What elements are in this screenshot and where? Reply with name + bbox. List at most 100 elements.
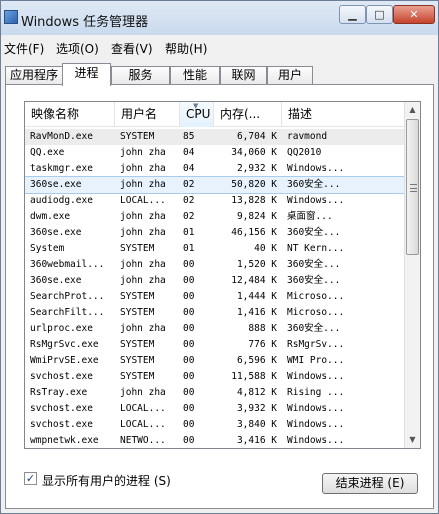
process-memory: 1,416 K [236, 307, 277, 318]
process-row[interactable]: WmiPrvSE.exe SYSTEM 00 6,596 K WMI Pro... [25, 353, 405, 369]
process-name: taskmgr.exe [30, 163, 93, 174]
scroll-down-icon[interactable]: ▼ [405, 432, 420, 448]
process-row[interactable]: RavMonD.exe SYSTEM 85 6,704 K ravmond [25, 129, 405, 145]
process-description: 360安全... [287, 323, 341, 334]
process-user: SYSTEM [120, 131, 155, 142]
process-cpu: 00 [183, 435, 195, 446]
process-cpu: 04 [183, 163, 195, 174]
process-name: svchost.exe [30, 403, 93, 414]
column-memory[interactable]: 内存(... [214, 102, 282, 127]
process-memory: 3,932 K [236, 403, 277, 414]
menu-file[interactable]: 文件(F) [4, 40, 44, 57]
process-row[interactable]: QQ.exe john zha 04 34,060 K QQ2010 [25, 145, 405, 161]
process-row[interactable]: wmpnetwk.exe NETWO... 00 3,416 K Windows... [25, 433, 405, 448]
process-memory: 6,704 K [236, 131, 277, 142]
process-list[interactable]: 映像名称 用户名 ▼ CPU 内存(... 描述 RavMonD.exe SYST… [24, 101, 421, 449]
maximize-button[interactable]: □ [366, 5, 393, 24]
tab-processes[interactable]: 进程 [62, 63, 111, 86]
process-name: audiodg.exe [30, 195, 93, 206]
process-name: RsMgrSvc.exe [30, 339, 99, 350]
column-image-name[interactable]: 映像名称 [25, 102, 115, 127]
process-name: 360webmail... [30, 259, 105, 270]
menu-help[interactable]: 帮助(H) [165, 40, 207, 57]
process-row[interactable]: svchost.exe SYSTEM 00 11,588 K Windows... [25, 369, 405, 385]
process-row[interactable]: taskmgr.exe john zha 04 2,932 K Windows... [25, 161, 405, 177]
process-name: QQ.exe [30, 147, 65, 158]
process-name: urlproc.exe [30, 323, 93, 334]
process-row[interactable]: 360se.exe john zha 01 46,156 K 360安全... [25, 225, 405, 241]
column-description[interactable]: 描述 [282, 102, 405, 127]
process-description: Windows... [287, 195, 345, 206]
process-row[interactable]: 360se.exe john zha 02 50,820 K 360安全... [25, 176, 406, 194]
tab-users[interactable]: 用户 [267, 66, 313, 85]
process-memory: 50,820 K [231, 179, 277, 190]
process-cpu: 00 [183, 323, 195, 334]
process-user: SYSTEM [120, 371, 155, 382]
process-name: RsTray.exe [30, 387, 88, 398]
process-name: 360se.exe [30, 275, 82, 286]
minimize-button[interactable]: ▁ [339, 5, 366, 24]
column-cpu[interactable]: ▼ CPU [180, 102, 214, 127]
column-user-name[interactable]: 用户名 [115, 102, 180, 127]
close-button[interactable]: ✕ [393, 5, 435, 24]
tab-networking[interactable]: 联网 [220, 66, 267, 85]
process-memory: 34,060 K [231, 147, 277, 158]
process-row[interactable]: svchost.exe LOCAL... 00 3,932 K Windows... [25, 401, 405, 417]
tab-services[interactable]: 服务 [111, 66, 170, 85]
process-user: john zha [120, 259, 166, 270]
process-user: SYSTEM [120, 291, 155, 302]
process-description: Rising ... [287, 387, 345, 398]
process-description: Microso... [287, 291, 345, 302]
process-memory: 6,596 K [236, 355, 277, 366]
show-all-users-checkbox[interactable]: ✓ [24, 472, 37, 485]
process-row[interactable]: RsTray.exe john zha 00 4,812 K Rising ... [25, 385, 405, 401]
process-name: svchost.exe [30, 419, 93, 430]
minimize-icon: ▁ [348, 8, 357, 21]
process-row[interactable]: dwm.exe john zha 02 9,824 K 桌面窗... [25, 209, 405, 225]
process-user: SYSTEM [120, 243, 155, 254]
title-bar[interactable]: Windows 任务管理器 ▁ □ ✕ [1, 1, 438, 35]
process-memory: 13,828 K [231, 195, 277, 206]
process-description: Windows... [287, 163, 345, 174]
process-row[interactable]: SearchFilt... SYSTEM 00 1,416 K Microso... [25, 305, 405, 321]
process-cpu: 01 [183, 227, 195, 238]
process-row[interactable]: SearchProt... SYSTEM 00 1,444 K Microso... [25, 289, 405, 305]
process-user: SYSTEM [120, 339, 155, 350]
process-user: SYSTEM [120, 307, 155, 318]
process-cpu: 00 [183, 259, 195, 270]
process-memory: 1,444 K [236, 291, 277, 302]
tab-strip: 应用程序 进程 服务 性能 联网 用户 [1, 63, 438, 86]
vertical-scrollbar[interactable]: ▲ ▼ [404, 102, 420, 448]
end-process-button[interactable]: 结束进程 (E) [322, 473, 418, 494]
process-cpu: 00 [183, 419, 195, 430]
process-row[interactable]: RsMgrSvc.exe SYSTEM 00 776 K RsMgrSv... [25, 337, 405, 353]
process-cpu: 02 [183, 211, 195, 222]
process-row[interactable]: audiodg.exe LOCAL... 02 13,828 K Windows... [25, 193, 405, 209]
menu-view[interactable]: 查看(V) [111, 40, 153, 57]
process-description: 360安全... [287, 275, 341, 286]
process-user: john zha [120, 211, 166, 222]
close-icon: ✕ [409, 8, 419, 21]
process-description: RsMgrSv... [287, 339, 345, 350]
scroll-up-icon[interactable]: ▲ [405, 102, 420, 118]
process-user: LOCAL... [120, 403, 166, 414]
process-user: john zha [120, 275, 166, 286]
menu-options[interactable]: 选项(O) [56, 40, 99, 57]
process-row[interactable]: urlproc.exe john zha 00 888 K 360安全... [25, 321, 405, 337]
process-row[interactable]: System SYSTEM 01 40 K NT Kern... [25, 241, 405, 257]
process-row[interactable]: svchost.exe LOCAL... 00 3,840 K Windows... [25, 417, 405, 433]
process-row[interactable]: 360webmail... john zha 00 1,520 K 360安全... [25, 257, 405, 273]
process-user: john zha [120, 227, 166, 238]
window-title: Windows 任务管理器 [21, 15, 149, 30]
task-manager-icon [4, 10, 18, 24]
tab-applications[interactable]: 应用程序 [5, 66, 63, 85]
process-memory: 12,484 K [231, 275, 277, 286]
process-name: dwm.exe [30, 211, 71, 222]
processes-panel: 映像名称 用户名 ▼ CPU 内存(... 描述 RavMonD.exe SYST… [5, 84, 434, 509]
process-name: 360se.exe [30, 227, 82, 238]
maximize-icon: □ [374, 8, 385, 21]
process-row[interactable]: 360se.exe john zha 00 12,484 K 360安全... [25, 273, 405, 289]
process-cpu: 85 [183, 131, 195, 142]
scrollbar-thumb[interactable] [406, 119, 419, 255]
tab-performance[interactable]: 性能 [170, 66, 220, 85]
